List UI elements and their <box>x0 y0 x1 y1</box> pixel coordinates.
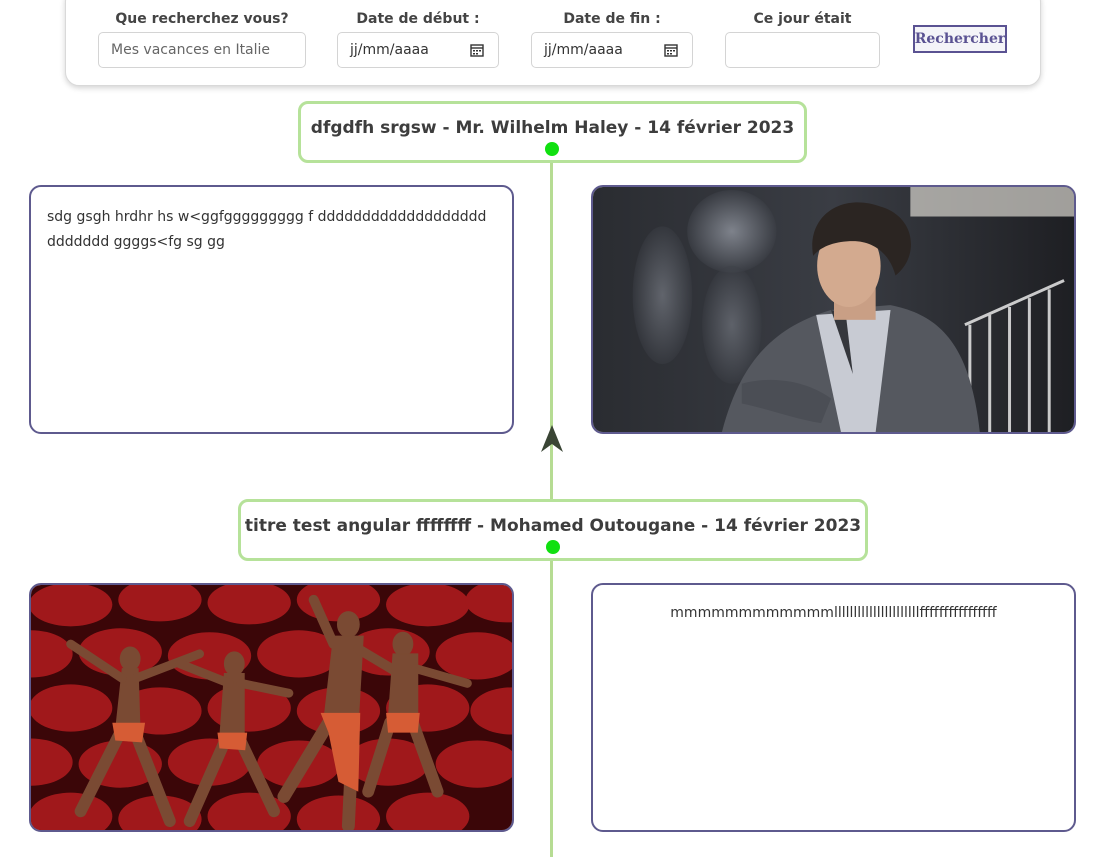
timeline-dot <box>546 540 560 554</box>
entry-text-card: mmmmmmmmmmmmllllllllllllllllllllllffffff… <box>591 583 1076 832</box>
entry-image-card <box>591 185 1076 434</box>
arrow-up-icon <box>541 425 563 452</box>
calendar-icon[interactable] <box>470 43 484 57</box>
search-button[interactable]: Rechercher <box>913 25 1007 53</box>
weekday-label: Ce jour était <box>753 11 852 27</box>
start-date-value: jj/mm/aaaa <box>350 42 429 58</box>
start-date-input[interactable]: jj/mm/aaaa <box>337 32 499 68</box>
search-panel: Que recherchez vous? Mes vacances en Ita… <box>65 0 1041 86</box>
end-date-label: Date de fin : <box>563 11 661 27</box>
entry-text-card: sdg gsgh hrdhr hs w<ggfggggggggg f ddddd… <box>29 185 514 434</box>
entry-text: mmmmmmmmmmmmllllllllllllllllllllllffffff… <box>670 605 997 621</box>
start-date-label: Date de début : <box>356 11 480 27</box>
dancers-red-background-photo <box>31 585 512 830</box>
end-date-input[interactable]: jj/mm/aaaa <box>531 32 693 68</box>
end-date-value: jj/mm/aaaa <box>544 42 623 58</box>
calendar-icon[interactable] <box>664 43 678 57</box>
entry-text: sdg gsgh hrdhr hs w<ggfggggggggg f ddddd… <box>47 209 487 250</box>
timeline-dot <box>545 142 559 156</box>
weekday-input[interactable] <box>725 32 880 68</box>
entry-image-card <box>29 583 514 832</box>
portrait-man-in-suit-photo <box>593 187 1074 432</box>
query-label: Que recherchez vous? <box>115 11 289 27</box>
query-input[interactable]: Mes vacances en Italie <box>98 32 306 68</box>
